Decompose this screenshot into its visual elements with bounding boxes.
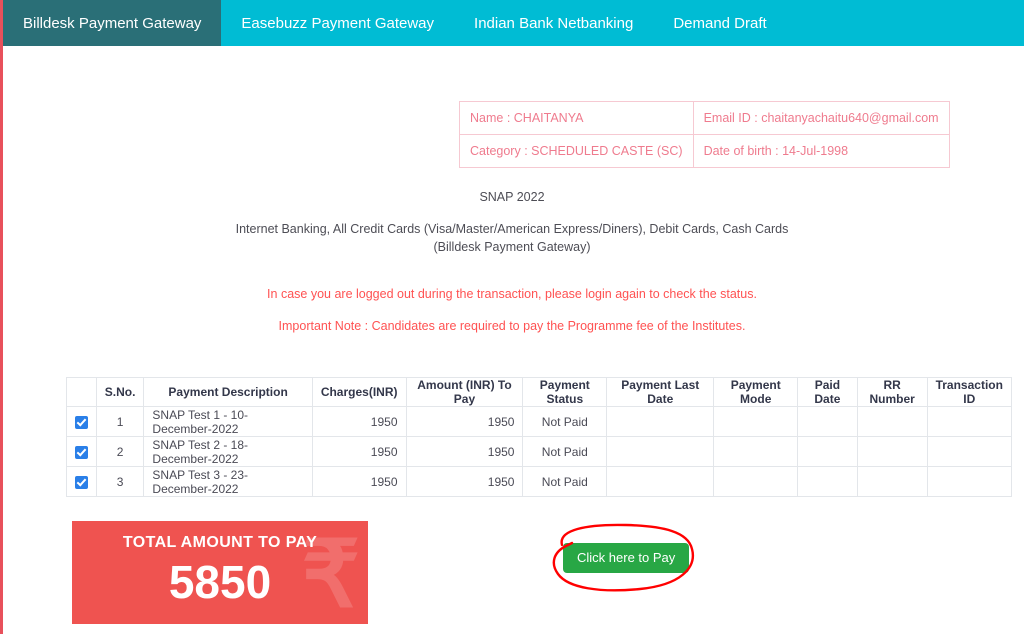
candidate-name: Name : CHAITANYA xyxy=(459,101,694,135)
header-payment-status: Payment Status xyxy=(522,377,608,407)
row-mode xyxy=(713,466,799,497)
candidate-info-table: Name : CHAITANYA Email ID : chaitanyacha… xyxy=(459,101,950,168)
tab-indian-bank-netbanking[interactable]: Indian Bank Netbanking xyxy=(454,0,653,46)
header-payment-description: Payment Description xyxy=(143,377,313,407)
row-sno: 2 xyxy=(95,436,145,467)
important-note: Important Note : Candidates are required… xyxy=(278,319,746,333)
candidate-category: Category : SCHEDULED CASTE (SC) xyxy=(459,134,694,168)
header-select xyxy=(66,377,97,407)
candidate-info-row-1: Name : CHAITANYA Email ID : chaitanyacha… xyxy=(459,101,950,135)
row-charges: 1950 xyxy=(311,406,407,437)
row-amount: 1950 xyxy=(405,406,524,437)
row-transaction-id xyxy=(926,436,1013,467)
row-charges: 1950 xyxy=(311,466,407,497)
row-select-cell[interactable] xyxy=(66,466,97,497)
row-rr-number xyxy=(856,436,928,467)
tab-easebuzz-payment-gateway[interactable]: Easebuzz Payment Gateway xyxy=(221,0,454,46)
row-last-date xyxy=(606,406,715,437)
exam-title: SNAP 2022 xyxy=(479,190,545,204)
payment-table: S.No. Payment Description Charges(INR) A… xyxy=(66,377,1013,497)
row-status: Not Paid xyxy=(522,406,608,437)
click-here-to-pay-button[interactable]: Click here to Pay xyxy=(563,543,690,573)
row-paid-date xyxy=(797,466,858,497)
row-sno: 3 xyxy=(95,466,145,497)
row-paid-date xyxy=(797,436,858,467)
row-transaction-id xyxy=(926,406,1013,437)
total-amount-panel: ₹ TOTAL AMOUNT TO PAY 5850 xyxy=(72,521,368,624)
header-charges: Charges(INR) xyxy=(311,377,407,407)
row-mode xyxy=(713,406,799,437)
table-row: 1 SNAP Test 1 - 10-December-2022 1950 19… xyxy=(66,406,1013,437)
header-rr-number: RR Number xyxy=(856,377,928,407)
row-sno: 1 xyxy=(95,406,145,437)
header-sno: S.No. xyxy=(95,377,145,407)
payment-modes-line-2: (Billdesk Payment Gateway) xyxy=(433,240,591,254)
row-checkbox[interactable] xyxy=(74,475,88,489)
row-select-cell[interactable] xyxy=(66,436,97,467)
header-paid-date: Paid Date xyxy=(797,377,858,407)
payment-gateway-tabs: Billdesk Payment Gateway Easebuzz Paymen… xyxy=(3,0,1024,46)
row-description: SNAP Test 1 - 10-December-2022 xyxy=(143,406,313,437)
tab-demand-draft[interactable]: Demand Draft xyxy=(653,0,786,46)
tab-billdesk-payment-gateway[interactable]: Billdesk Payment Gateway xyxy=(3,0,222,46)
table-row: 2 SNAP Test 2 - 18-December-2022 1950 19… xyxy=(66,436,1013,467)
row-description: SNAP Test 2 - 18-December-2022 xyxy=(143,436,313,467)
row-rr-number xyxy=(856,406,928,437)
payment-table-header-row: S.No. Payment Description Charges(INR) A… xyxy=(66,377,1013,407)
row-last-date xyxy=(606,466,715,497)
row-rr-number xyxy=(856,466,928,497)
header-transaction-id: Transaction ID xyxy=(926,377,1013,407)
row-mode xyxy=(713,436,799,467)
candidate-dob: Date of birth : 14-Jul-1998 xyxy=(692,134,950,168)
row-transaction-id xyxy=(926,466,1013,497)
row-checkbox[interactable] xyxy=(74,415,88,429)
payment-modes-line-1: Internet Banking, All Credit Cards (Visa… xyxy=(235,222,789,236)
row-amount: 1950 xyxy=(405,436,524,467)
row-amount: 1950 xyxy=(405,466,524,497)
header-payment-last-date: Payment Last Date xyxy=(606,377,715,407)
payment-modes-description: Internet Banking, All Credit Cards (Visa… xyxy=(0,220,1024,256)
row-last-date xyxy=(606,436,715,467)
row-description: SNAP Test 3 - 23-December-2022 xyxy=(143,466,313,497)
row-paid-date xyxy=(797,406,858,437)
total-amount-value: 5850 xyxy=(168,556,272,608)
row-status: Not Paid xyxy=(522,436,608,467)
row-status: Not Paid xyxy=(522,466,608,497)
row-charges: 1950 xyxy=(311,436,407,467)
table-row: 3 SNAP Test 3 - 23-December-2022 1950 19… xyxy=(66,466,1013,497)
logout-notice: In case you are logged out during the tr… xyxy=(267,287,757,301)
header-payment-mode: Payment Mode xyxy=(713,377,799,407)
total-amount-label: TOTAL AMOUNT TO PAY xyxy=(122,534,318,551)
row-checkbox[interactable] xyxy=(74,445,88,459)
header-amount-to-pay: Amount (INR) To Pay xyxy=(405,377,524,407)
candidate-info-row-2: Category : SCHEDULED CASTE (SC) Date of … xyxy=(459,134,950,168)
candidate-email: Email ID : chaitanyachaitu640@gmail.com xyxy=(692,101,950,135)
row-select-cell[interactable] xyxy=(66,406,97,437)
